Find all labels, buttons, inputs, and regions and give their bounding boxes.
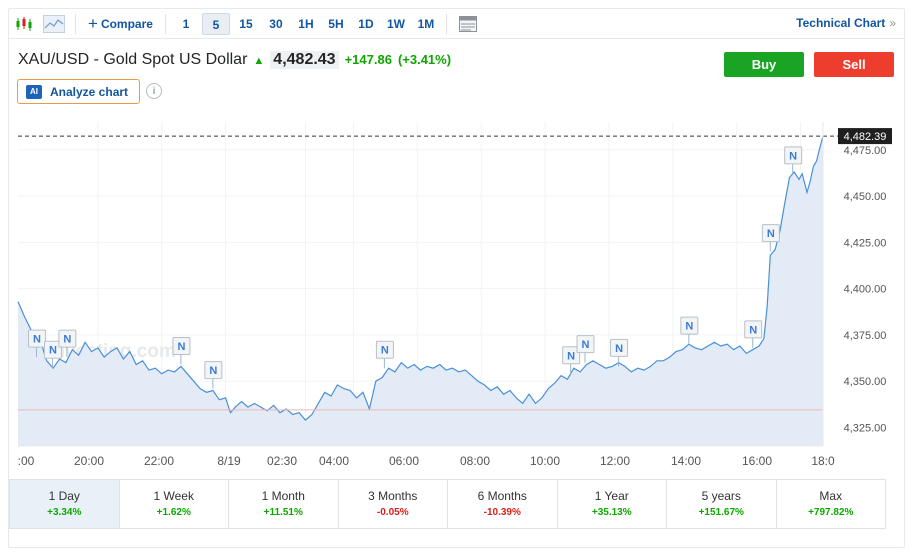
symbol-name: XAU/USD - Gold Spot US Dollar xyxy=(18,51,248,68)
range-change: +797.82% xyxy=(808,507,854,518)
range-change: +151.67% xyxy=(698,507,744,518)
range-1-month[interactable]: 1 Month +11.51% xyxy=(229,480,339,528)
range-change: +1.62% xyxy=(156,507,191,518)
x-tick-label: 8/19 xyxy=(217,454,241,468)
y-tick-label: 4,350.00 xyxy=(844,376,887,388)
candlestick-icon[interactable] xyxy=(9,9,39,39)
info-icon[interactable]: i xyxy=(146,83,162,99)
interval-1w[interactable]: 1W xyxy=(382,13,410,35)
range-change: -0.05% xyxy=(376,507,409,518)
range-label: 1 Year xyxy=(594,489,629,503)
chart-toolbar: + Compare 1 5 15 30 1H 5H 1D 1W 1M Technical Cha… xyxy=(9,9,904,39)
x-tick-label: 08:00 xyxy=(460,454,490,468)
time-range-selector: 1 Day +3.34% 1 Week +1.62% 1 Month +11.51% 3 M… xyxy=(9,479,886,529)
x-tick-label: 12:00 xyxy=(600,454,630,468)
toolbar-divider xyxy=(445,13,447,34)
toolbar-divider xyxy=(75,13,76,34)
y-tick-label: 4,475.00 xyxy=(844,145,887,157)
buy-button[interactable]: Buy xyxy=(724,52,804,77)
analyze-chart-label: Analyze chart xyxy=(50,84,129,99)
news-marker-label: N xyxy=(615,343,623,355)
range-label: 1 Month xyxy=(261,489,305,503)
plus-icon: + xyxy=(88,13,98,33)
range-change: +3.34% xyxy=(47,507,82,518)
y-tick-label: 4,400.00 xyxy=(844,284,887,296)
technical-chart-label: Technical Chart xyxy=(796,16,886,30)
toolbar-divider xyxy=(164,13,166,34)
table-icon[interactable] xyxy=(453,9,483,39)
news-marker-label: N xyxy=(209,365,217,377)
interval-15[interactable]: 15 xyxy=(232,13,260,35)
area-chart-icon[interactable] xyxy=(39,9,69,39)
range-1-day[interactable]: 1 Day +3.34% xyxy=(10,480,120,528)
news-marker-label: N xyxy=(33,334,41,346)
x-tick-label: 10:00 xyxy=(530,454,560,468)
arrow-up-icon: ▲ xyxy=(253,55,265,67)
interval-1[interactable]: 1 xyxy=(172,13,200,35)
interval-5h[interactable]: 5H xyxy=(322,13,350,35)
x-tick-label: 04:00 xyxy=(319,454,349,468)
interval-1m[interactable]: 1M xyxy=(412,13,440,35)
news-marker-label: N xyxy=(789,150,797,162)
x-tick-label: 14:00 xyxy=(671,454,701,468)
news-marker-label: N xyxy=(567,350,575,362)
range-3-months[interactable]: 3 Months -0.05% xyxy=(339,480,448,528)
range-change: +11.51% xyxy=(263,507,303,518)
interval-1h[interactable]: 1H xyxy=(292,13,320,35)
x-tick-label: 20:00 xyxy=(74,454,104,468)
technical-chart-link[interactable]: Technical Chart» xyxy=(796,16,896,30)
analyze-chart-button[interactable]: AI Analyze chart xyxy=(17,79,140,104)
range-label: 3 Months xyxy=(368,489,418,503)
x-tick-label: 22:00 xyxy=(144,454,174,468)
last-price: 4,482.43 xyxy=(270,51,339,69)
range-label: 6 Months xyxy=(477,489,527,503)
interval-5[interactable]: 5 xyxy=(201,12,230,35)
news-marker-label: N xyxy=(767,228,775,240)
news-marker-label: N xyxy=(63,334,71,346)
news-marker-label: N xyxy=(685,321,693,333)
interval-selector: 1 5 15 30 1H 5H 1D 1W 1M xyxy=(172,12,440,35)
compare-button[interactable]: + Compare xyxy=(82,13,159,33)
news-marker-label: N xyxy=(582,339,590,351)
y-tick-label: 4,450.00 xyxy=(844,191,887,203)
double-chevron-icon: » xyxy=(889,16,896,30)
interval-30[interactable]: 30 xyxy=(262,13,290,35)
price-change-percent: (+3.41%) xyxy=(397,52,452,67)
news-marker-label: N xyxy=(177,341,185,353)
y-tick-label: 4,425.00 xyxy=(844,237,887,249)
last-price-tag-label: 4,482.39 xyxy=(844,131,887,143)
range-label: 1 Day xyxy=(48,489,80,503)
y-tick-label: 4,375.00 xyxy=(844,330,887,342)
range-max[interactable]: Max +797.82% xyxy=(777,480,886,528)
range-label: 1 Week xyxy=(153,489,194,503)
y-tick-label: 4,325.00 xyxy=(844,422,887,434)
range-5-years[interactable]: 5 years +151.67% xyxy=(667,480,777,528)
instrument-header: XAU/USD - Gold Spot US Dollar ▲ 4,482.43… xyxy=(18,51,451,69)
range-label: Max xyxy=(819,489,843,503)
interval-1d[interactable]: 1D xyxy=(352,13,380,35)
compare-label: Compare xyxy=(100,16,153,31)
news-marker-label: N xyxy=(381,345,389,357)
range-1-year[interactable]: 1 Year +35.13% xyxy=(558,480,667,528)
range-6-months[interactable]: 6 Months -10.39% xyxy=(448,480,558,528)
x-tick-label: 16:00 xyxy=(742,454,772,468)
x-tick-label: 18:0 xyxy=(811,454,835,468)
news-marker-label: N xyxy=(749,324,757,336)
x-tick-label: :00 xyxy=(18,454,35,468)
range-change: -10.39% xyxy=(483,507,521,518)
range-change: +35.13% xyxy=(591,507,632,518)
range-1-week[interactable]: 1 Week +1.62% xyxy=(120,480,229,528)
x-tick-label: 02:30 xyxy=(267,454,297,468)
price-change: +147.86 xyxy=(344,52,392,67)
ai-icon: AI xyxy=(26,84,42,99)
sell-button[interactable]: Sell xyxy=(814,52,894,77)
range-label: 5 years xyxy=(701,489,741,503)
news-marker-label: N xyxy=(49,345,57,357)
x-tick-label: 06:00 xyxy=(389,454,419,468)
